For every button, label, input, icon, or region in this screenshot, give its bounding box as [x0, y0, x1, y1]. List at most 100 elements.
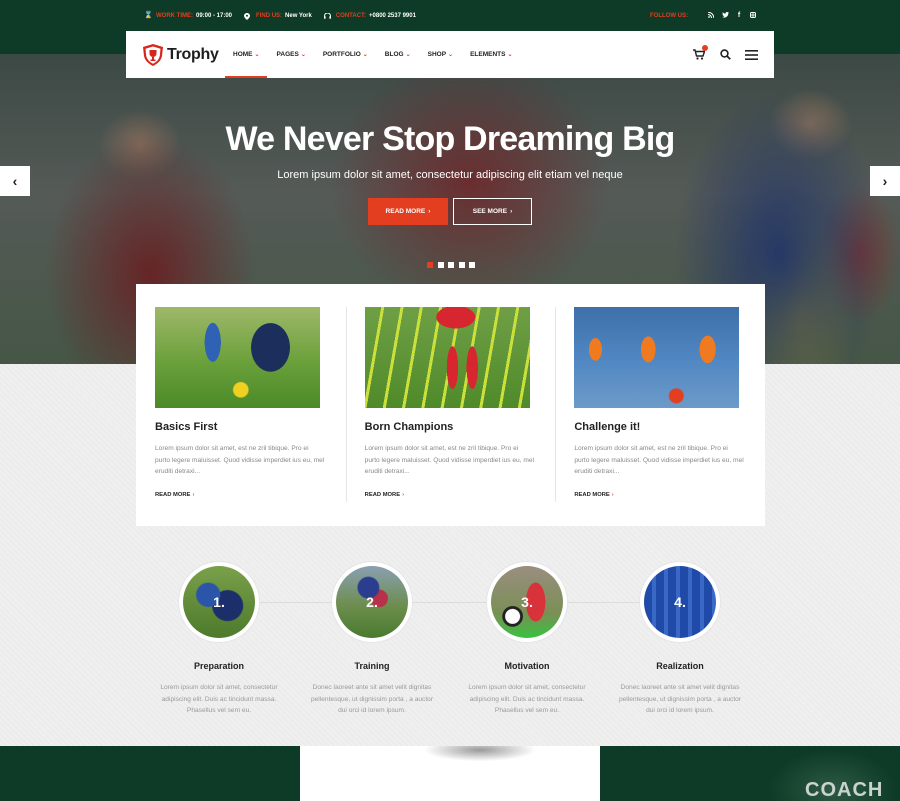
step-number: 2. — [366, 594, 378, 610]
slider-dot-5[interactable] — [469, 262, 475, 268]
nav-item-shop[interactable]: SHOP ⌄ — [428, 31, 453, 78]
logo[interactable]: Trophy — [143, 43, 233, 66]
nav-item-label: PAGES — [276, 51, 299, 58]
chevron-left-icon: ‹ — [12, 173, 18, 189]
card-image[interactable] — [574, 307, 740, 408]
step-title: Preparation — [193, 661, 244, 671]
chevron-right-icon: › — [510, 208, 513, 215]
contact-label: CONTACT: — [335, 13, 367, 19]
slider-prev-button[interactable]: ‹ — [0, 166, 30, 196]
chevron-right-icon: › — [428, 208, 431, 215]
bottom-left-panel — [0, 746, 300, 801]
card-link-label: READ MORE — [364, 491, 401, 498]
instagram-icon[interactable] — [748, 11, 758, 21]
feature-card: Basics First Lorem ipsum dolor sit amet,… — [136, 284, 346, 526]
nav-item-label: BLOG — [384, 51, 404, 58]
cart-badge — [702, 44, 708, 51]
read-more-label: READ MORE — [385, 208, 426, 215]
hero-title: We Never Stop Dreaming Big — [225, 120, 675, 158]
slider-next-button[interactable]: › — [870, 166, 900, 196]
chevron-down-icon: ⌄ — [448, 52, 454, 58]
feature-card: Challenge it! Lorem ipsum dolor sit amet… — [555, 284, 765, 526]
headset-icon — [323, 12, 331, 19]
see-more-button[interactable]: SEE MORE › — [453, 198, 532, 225]
card-read-more-link[interactable]: READ MORE › — [574, 492, 765, 498]
slider-dot-3[interactable] — [448, 262, 454, 268]
process-step: 2. Training Donec laoreet ante sit amet … — [297, 562, 447, 717]
step-image-frame: 2. — [332, 562, 412, 642]
step-title: Realization — [656, 661, 704, 671]
bottom-middle-image — [300, 746, 600, 801]
nav-item-portfolio[interactable]: PORTFOLIO ⌄ — [323, 31, 368, 78]
step-image-frame: 4. — [640, 562, 720, 642]
see-more-label: SEE MORE — [472, 208, 508, 215]
nav-item-elements[interactable]: ELEMENTS ⌄ — [470, 31, 512, 78]
card-link-label: READ MORE — [155, 491, 191, 498]
step-image-frame: 3. — [487, 562, 567, 642]
nav-item-pages[interactable]: PAGES ⌄ — [277, 31, 306, 78]
card-read-more-link[interactable]: READ MORE › — [155, 492, 346, 498]
cart-icon[interactable] — [692, 44, 708, 62]
bottom-right-image: COACH — [600, 746, 900, 801]
card-text: Lorem ipsum dolor sit amet, est ne zril … — [155, 445, 325, 475]
chevron-down-icon: ⌄ — [362, 52, 368, 58]
chevron-down-icon: ⌄ — [254, 52, 260, 58]
feature-card: Born Champions Lorem ipsum dolor sit ame… — [345, 284, 556, 526]
work-time: ⌛ WORK TIME: 09:00 - 17:00 — [144, 12, 233, 19]
search-icon[interactable] — [718, 48, 732, 62]
hamburger-menu-icon[interactable] — [744, 48, 758, 62]
step-title: Motivation — [504, 661, 550, 671]
follow-us: FOLLOW US: f — [650, 11, 758, 21]
card-image[interactable] — [155, 307, 320, 408]
slider-dot-4[interactable] — [458, 262, 465, 268]
step-title: Training — [354, 661, 390, 671]
step-number: 3. — [521, 594, 533, 610]
card-read-more-link[interactable]: READ MORE › — [365, 492, 556, 498]
step-image: 4. — [644, 566, 716, 638]
work-time-label: WORK TIME: — [156, 13, 193, 19]
nav-item-home[interactable]: HOME ⌄ — [225, 31, 266, 78]
card-title: Challenge it! — [574, 421, 641, 433]
feature-cards: Basics First Lorem ipsum dolor sit amet,… — [136, 284, 765, 526]
chevron-right-icon: › — [611, 491, 614, 498]
read-more-button[interactable]: READ MORE › — [368, 198, 448, 225]
step-image: 2. — [336, 566, 408, 638]
step-text: Donec laoreet ante sit amet velit dignit… — [310, 684, 434, 714]
step-image: 1. — [183, 566, 255, 638]
card-title: Born Champions — [364, 421, 454, 433]
find-us: FIND US: New York — [244, 13, 312, 20]
chevron-right-icon: › — [882, 173, 888, 189]
step-text: Donec laoreet ante sit amet velit dignit… — [618, 684, 742, 714]
slider-dot-2[interactable] — [437, 262, 444, 268]
chevron-down-icon: ⌄ — [300, 52, 306, 58]
process-step: 1. Preparation Lorem ipsum dolor sit ame… — [144, 562, 294, 717]
hourglass-icon: ⌛ — [144, 12, 153, 19]
find-us-label: FIND US: — [256, 13, 283, 19]
contact: CONTACT: +0800 2537 9901 — [323, 12, 416, 19]
step-image-frame: 1. — [179, 562, 259, 642]
chevron-down-icon: ⌄ — [507, 52, 513, 58]
nav-item-label: HOME — [233, 51, 253, 58]
twitter-icon[interactable] — [720, 11, 730, 21]
nav-item-label: PORTFOLIO — [322, 51, 361, 58]
process-step: 4. Realization Donec laoreet ante sit am… — [605, 562, 755, 717]
contact-value[interactable]: +0800 2537 9901 — [369, 13, 416, 19]
work-time-value: 09:00 - 17:00 — [196, 13, 233, 19]
bottom-middle-figure — [410, 746, 550, 766]
card-title: Basics First — [155, 421, 218, 433]
logo-text: Trophy — [167, 45, 219, 63]
find-us-value: New York — [285, 13, 312, 19]
slider-dot-1[interactable] — [427, 262, 433, 268]
nav-item-blog[interactable]: BLOG ⌄ — [385, 31, 411, 78]
bottom-section: COACH — [0, 746, 900, 801]
coach-text: COACH — [805, 779, 884, 801]
card-image[interactable] — [364, 307, 530, 408]
process-step: 3. Motivation Lorem ipsum dolor sit amet… — [452, 562, 602, 717]
facebook-icon[interactable]: f — [734, 12, 744, 20]
shield-trophy-icon — [143, 43, 163, 66]
card-text: Lorem ipsum dolor sit amet, est ne zril … — [364, 445, 534, 475]
rss-icon[interactable] — [706, 11, 716, 21]
nav-item-label: SHOP — [427, 51, 447, 58]
nav-item-label: ELEMENTS — [470, 51, 506, 58]
nav-actions — [680, 44, 758, 62]
